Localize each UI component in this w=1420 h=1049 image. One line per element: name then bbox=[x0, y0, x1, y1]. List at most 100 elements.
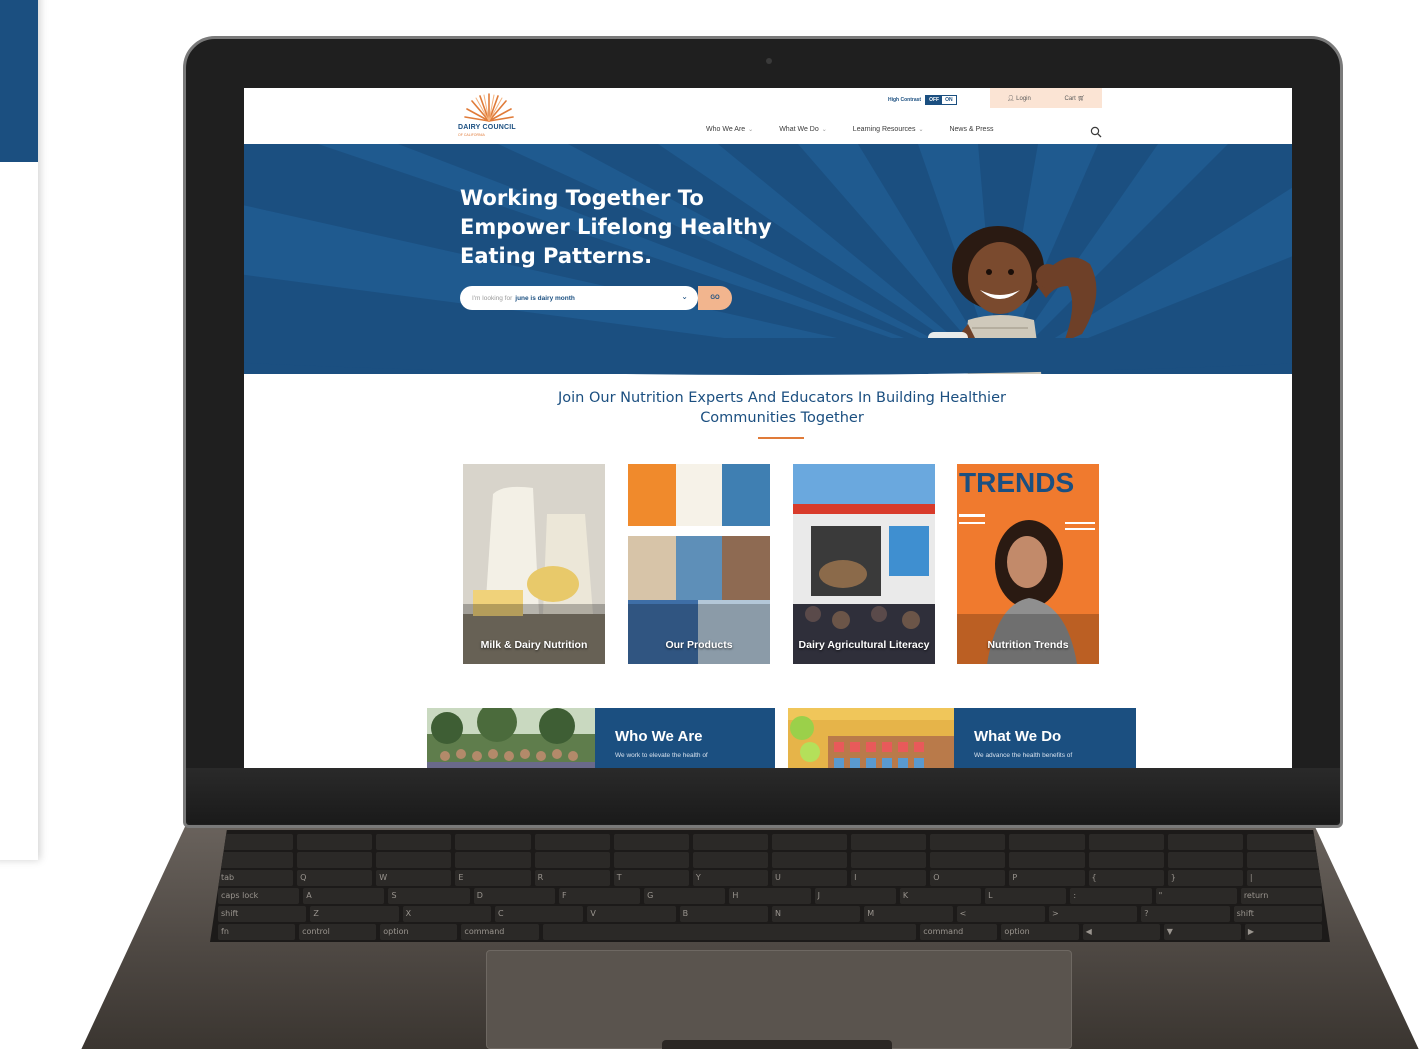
high-contrast-label: High Contrast bbox=[888, 97, 922, 103]
intro-heading: Join Our Nutrition Experts And Educators… bbox=[558, 390, 1006, 426]
chevron-down-icon: ⌄ bbox=[748, 127, 754, 133]
keyboard-key: option bbox=[1001, 924, 1079, 940]
high-contrast-toggle[interactable]: OFF ON bbox=[925, 95, 957, 105]
hero-headline: Working Together To Empower Lifelong Hea… bbox=[460, 186, 772, 268]
tile-label: Milk & Dairy Nutrition bbox=[480, 639, 588, 651]
keyboard-key: O bbox=[930, 870, 1006, 886]
card-title: What We Do bbox=[974, 728, 1062, 745]
login-link[interactable]: 👤︎ Login bbox=[1007, 95, 1031, 102]
keyboard-row-1 bbox=[210, 834, 1330, 850]
laptop-trackpad bbox=[486, 950, 1072, 1049]
keyboard-key: B bbox=[679, 906, 768, 922]
keyboard-key: W bbox=[376, 870, 452, 886]
sunburst-logo-icon bbox=[464, 93, 514, 122]
keyboard-key: { bbox=[1088, 870, 1164, 886]
keyboard-key: : bbox=[1070, 888, 1152, 904]
laptop-keyboard: tab Q W E R T Y U I O P{} | caps lock A S D F G H J K L: " ret… bbox=[210, 830, 1330, 942]
keyboard-key: N bbox=[771, 906, 861, 922]
keyboard-row-3: tab Q W E R T Y U I O P{} | bbox=[210, 870, 1330, 886]
card-description: We work to elevate the health of bbox=[615, 752, 708, 759]
keyboard-key: I bbox=[851, 870, 927, 886]
keyboard-row-4: caps lock A S D F G H J K L: " return bbox=[210, 888, 1330, 904]
keyboard-key: shift bbox=[218, 906, 307, 922]
keyboard-key: F bbox=[558, 888, 641, 904]
site-header: DAIRY COUNCIL OF CALIFORNIA High Contras… bbox=[244, 88, 1292, 146]
keyboard-key bbox=[542, 924, 917, 940]
keyboard-row-5: shift Z X C V B N M < >? shift bbox=[210, 906, 1330, 922]
keyboard-key: } bbox=[1167, 870, 1243, 886]
keyboard-key: ▼ bbox=[1163, 924, 1241, 940]
keyboard-key: K bbox=[899, 888, 982, 904]
keyboard-key: | bbox=[1246, 870, 1322, 886]
cart-link[interactable]: Cart 🛒︎ bbox=[1065, 95, 1086, 102]
tile-label: Our Products bbox=[665, 639, 733, 651]
search-icon[interactable] bbox=[1090, 126, 1102, 138]
keyboard-key: " bbox=[1155, 888, 1237, 904]
keyboard-key: L bbox=[985, 888, 1067, 904]
trends-cover-title: TRENDS bbox=[959, 467, 1074, 498]
chevron-down-icon: ⌄ bbox=[821, 127, 827, 133]
laptop-notch bbox=[662, 1040, 892, 1049]
nav-item-what-we-do[interactable]: What We Do ⌄ bbox=[779, 126, 827, 133]
tile-nutrition-trends[interactable]: TRENDS Nutrition Trends bbox=[957, 464, 1099, 664]
nav-item-who-we-are[interactable]: Who We Are ⌄ bbox=[706, 126, 753, 133]
team-photo bbox=[427, 708, 595, 768]
nav-item-news-press[interactable]: News & Press bbox=[949, 126, 993, 133]
keyboard-key: ? bbox=[1141, 906, 1230, 922]
keyboard-row-6: fn control option command command option ◀ ▼ ▶ bbox=[210, 924, 1330, 940]
keyboard-key: X bbox=[402, 906, 491, 922]
card-description: We advance the health benefits of bbox=[974, 752, 1073, 759]
keyboard-key: V bbox=[587, 906, 676, 922]
card-who-we-are[interactable]: Who We Are We work to elevate the health… bbox=[427, 708, 775, 768]
keyboard-key: tab bbox=[218, 870, 294, 886]
keyboard-key: H bbox=[729, 888, 811, 904]
chevron-down-icon: ⌄ bbox=[681, 292, 688, 301]
keyboard-key: S bbox=[388, 888, 470, 904]
keyboard-key: > bbox=[1048, 906, 1138, 922]
tile-label: Dairy Agricultural Literacy bbox=[798, 639, 930, 651]
keyboard-key: J bbox=[814, 888, 896, 904]
keyboard-key: return bbox=[1240, 888, 1323, 904]
search-value: june is dairy month bbox=[515, 294, 575, 302]
go-button[interactable]: GO bbox=[698, 286, 732, 310]
search-prefix: I'm looking for bbox=[472, 294, 513, 302]
nav-item-learning-resources[interactable]: Learning Resources ⌄ bbox=[853, 126, 924, 133]
high-contrast-control: High Contrast OFF ON bbox=[888, 92, 957, 108]
keyboard-key: D bbox=[473, 888, 555, 904]
keyboard-key: T bbox=[613, 870, 689, 886]
tile-milk-dairy-nutrition[interactable]: Milk & Dairy Nutrition bbox=[463, 464, 605, 664]
keyboard-key: M bbox=[864, 906, 953, 922]
what-we-do-panel: What We Do We advance the health benefit… bbox=[954, 708, 1136, 768]
keyboard-key: ▶ bbox=[1244, 924, 1322, 940]
card-title: Who We Are bbox=[615, 728, 703, 745]
dairy-council-logo[interactable]: DAIRY COUNCIL OF CALIFORNIA bbox=[458, 92, 522, 140]
keyboard-key: command bbox=[461, 924, 539, 940]
keyboard-key: shift bbox=[1233, 906, 1322, 922]
keyboard-key: C bbox=[494, 906, 584, 922]
keyboard-key: U bbox=[771, 870, 848, 886]
keyboard-key: option bbox=[380, 924, 458, 940]
trends-magazine-cover: TRENDS bbox=[957, 464, 1099, 664]
logo-subtitle: OF CALIFORNIA bbox=[458, 133, 485, 137]
keyboard-key: Y bbox=[692, 870, 768, 886]
tile-dairy-agricultural-literacy[interactable]: Dairy Agricultural Literacy bbox=[793, 464, 935, 664]
contrast-on-option[interactable]: ON bbox=[942, 96, 956, 104]
logo-name: DAIRY COUNCIL bbox=[458, 124, 516, 131]
keyboard-key: command bbox=[920, 924, 998, 940]
milk-photo bbox=[463, 464, 605, 664]
tile-our-products[interactable]: Our Products bbox=[628, 464, 770, 664]
topic-tiles: Milk & Dairy Nutrition Our Products Dair… bbox=[463, 464, 1103, 664]
photo-stage: tab Q W E R T Y U I O P{} | caps lock A S D F G H J K L: " ret… bbox=[0, 0, 1420, 1049]
laptop-chin bbox=[186, 768, 1340, 824]
card-what-we-do[interactable]: What We Do We advance the health benefit… bbox=[788, 708, 1136, 768]
grocery-photo bbox=[788, 708, 954, 768]
hero-search-select[interactable]: I'm looking for june is dairy month ⌄ bbox=[460, 286, 698, 310]
who-we-are-panel: Who We Are We work to elevate the health… bbox=[595, 708, 775, 768]
keyboard-key: < bbox=[956, 906, 1045, 922]
webcam-icon bbox=[766, 58, 772, 64]
keyboard-key: Q bbox=[297, 870, 373, 886]
keyboard-row-2 bbox=[210, 852, 1330, 868]
contrast-off-option[interactable]: OFF bbox=[926, 96, 943, 104]
keyboard-key: ◀ bbox=[1082, 924, 1160, 940]
tile-label: Nutrition Trends bbox=[987, 639, 1069, 651]
